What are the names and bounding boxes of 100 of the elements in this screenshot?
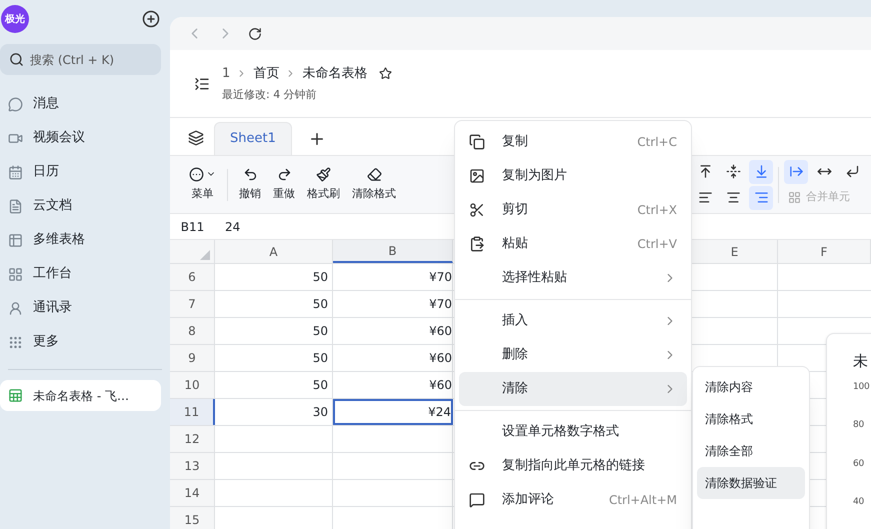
search-field[interactable]: 搜索 (Ctrl + K) <box>0 44 161 75</box>
submenu-item[interactable]: 清除内容 <box>697 371 805 403</box>
toolbar-button[interactable]: 重做 <box>268 166 300 202</box>
reload-icon[interactable] <box>248 26 262 40</box>
sheet-tab[interactable]: Sheet1 <box>214 122 292 155</box>
submenu-item[interactable]: 清除数据验证 <box>697 467 805 499</box>
nav-item[interactable]: 多维表格 <box>0 223 161 257</box>
add-icon[interactable] <box>142 10 160 28</box>
menu-item[interactable]: 设置单元格数字格式 <box>459 415 687 449</box>
toolbar-button[interactable]: 撤销 <box>234 166 266 202</box>
menu-item[interactable]: 选择性粘贴 <box>459 261 687 295</box>
row-header[interactable]: 7 <box>170 291 215 317</box>
align-left-icon <box>698 190 712 205</box>
breadcrumb-link[interactable]: 未命名表格 <box>302 64 368 83</box>
shortcut: Ctrl+V <box>637 236 677 253</box>
undo-icon <box>242 166 258 182</box>
dots-grid-icon <box>8 334 23 350</box>
align-center-icon <box>726 190 740 205</box>
toolbar-button[interactable]: 菜单 <box>184 166 221 202</box>
menu-item[interactable]: 复制为图片 <box>459 159 687 193</box>
chart-card[interactable]: 未 100 80 60 40 <box>826 333 871 529</box>
align-bottom-button[interactable] <box>749 160 773 184</box>
star-icon[interactable] <box>379 66 392 80</box>
shortcut: Ctrl+Alt+M <box>608 492 677 509</box>
row-header[interactable]: 14 <box>170 480 215 506</box>
menu-item[interactable]: 删除 <box>459 338 687 372</box>
nav-item[interactable]: 日历 <box>0 155 161 189</box>
breadcrumb-link[interactable]: 1 <box>222 64 230 83</box>
copy-icon <box>469 134 485 150</box>
table-cell: ¥60 <box>333 318 453 344</box>
menu-item[interactable]: 复制 Ctrl+C <box>459 125 687 159</box>
table-cell: ¥60 <box>333 345 453 371</box>
row-header[interactable]: 8 <box>170 318 215 344</box>
person-icon <box>8 300 23 316</box>
image-icon <box>469 168 485 184</box>
shortcut: Ctrl+C <box>637 134 677 151</box>
nav-item[interactable]: 通讯录 <box>0 291 161 325</box>
menu-item[interactable]: 剪切 Ctrl+X <box>459 193 687 227</box>
submenu-item[interactable]: 清除格式 <box>697 403 805 435</box>
paint-brush-icon <box>316 166 331 182</box>
nav-item[interactable]: 消息 <box>0 87 161 121</box>
table-cell: ¥70 <box>333 291 453 317</box>
toolbar-button[interactable]: 清除格式 <box>347 166 401 202</box>
axis-tick: 60 <box>853 458 866 470</box>
menu-item[interactable]: 插入 <box>459 304 687 338</box>
eraser-icon <box>366 166 382 182</box>
column-header[interactable]: F <box>778 240 871 263</box>
row-header[interactable]: 10 <box>170 372 215 398</box>
formula-value: 24 <box>224 218 240 236</box>
cell-reference: B11 <box>180 218 206 236</box>
merge-icon <box>788 191 801 204</box>
align-top-icon <box>698 164 712 179</box>
sheets-icon[interactable] <box>188 130 204 146</box>
recent-document[interactable]: 未命名表格 - 飞… <box>0 380 161 411</box>
row-header[interactable]: 13 <box>170 453 215 479</box>
outline-toggle-icon[interactable] <box>194 76 210 92</box>
align-bottom-icon <box>754 164 768 179</box>
wrap-icon <box>844 164 860 179</box>
menu-item[interactable]: 清除 <box>459 372 687 406</box>
table-cell: 50 <box>215 345 333 371</box>
submenu-item[interactable]: 清除全部 <box>697 435 805 467</box>
redo-icon <box>276 166 292 182</box>
axis-tick: 40 <box>853 496 866 509</box>
align-right-icon <box>754 190 768 205</box>
scissors-icon <box>469 202 485 218</box>
avatar[interactable]: 极光 <box>1 5 29 33</box>
table-icon <box>8 232 23 248</box>
row-header[interactable]: 6 <box>170 264 215 290</box>
nav-item[interactable]: 工作台 <box>0 257 161 291</box>
comment-icon <box>469 492 485 508</box>
chart-title: 未 <box>853 351 869 372</box>
row-header[interactable]: 9 <box>170 345 215 371</box>
breadcrumb-link[interactable]: 首页 <box>253 64 280 83</box>
axis-tick: 80 <box>853 419 866 432</box>
table-cell: ¥24 <box>333 399 453 425</box>
table-cell: 50 <box>215 318 333 344</box>
menu-item[interactable]: 复制指向此单元格的链接 <box>459 449 687 483</box>
spreadsheet-icon <box>8 388 23 403</box>
overflow-icon <box>788 164 804 179</box>
calendar-icon <box>8 164 23 180</box>
search-icon <box>9 52 24 67</box>
align-right-button[interactable] <box>749 186 773 210</box>
align-middle-icon <box>726 164 740 179</box>
column-header[interactable]: B <box>333 240 453 263</box>
table-cell: ¥60 <box>333 372 453 398</box>
nav-item[interactable]: 视频会议 <box>0 121 161 155</box>
nav-item[interactable]: 更多 <box>0 325 161 359</box>
paste-icon <box>469 236 485 252</box>
row-header[interactable]: 11 <box>170 399 215 425</box>
menu-icon <box>189 166 204 182</box>
overflow-button[interactable] <box>784 160 808 184</box>
row-header[interactable]: 12 <box>170 426 215 452</box>
table-cell: 50 <box>215 291 333 317</box>
menu-item[interactable]: 添加评论 Ctrl+Alt+M <box>459 483 687 517</box>
toolbar-button[interactable]: 格式刷 <box>302 166 345 202</box>
menu-item[interactable]: 粘贴 Ctrl+V <box>459 227 687 261</box>
nav-item[interactable]: 云文档 <box>0 189 161 223</box>
row-header[interactable]: 15 <box>170 507 215 529</box>
chat-bubble-icon <box>8 96 23 112</box>
table-cell: 50 <box>215 264 333 290</box>
